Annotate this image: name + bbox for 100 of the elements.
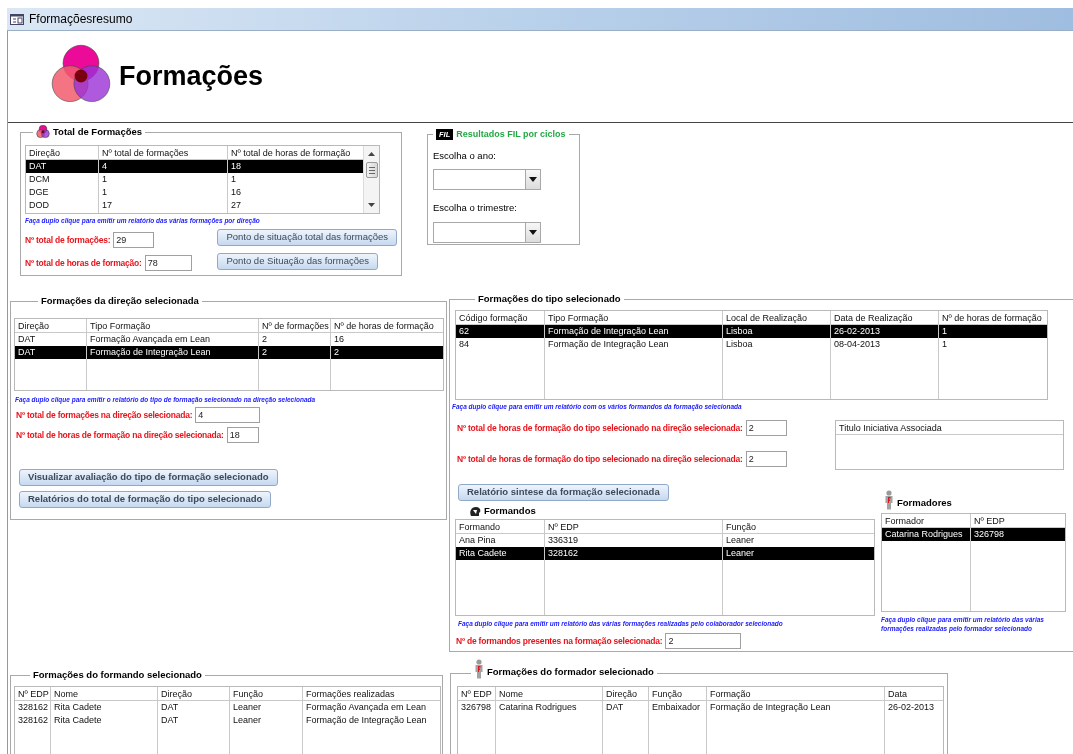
column-header: Direção bbox=[158, 687, 230, 700]
table-cell: 08-04-2013 bbox=[831, 338, 939, 351]
scrollbar[interactable] bbox=[363, 146, 379, 213]
field-label: Nº total de formações: bbox=[25, 233, 111, 247]
text-field[interactable]: 2 bbox=[745, 420, 787, 436]
table-cell: 2 bbox=[259, 346, 331, 359]
circles-icon bbox=[36, 125, 50, 139]
column-header: Nome bbox=[51, 687, 158, 700]
table-cell: 328162 bbox=[15, 714, 51, 727]
field-label: Nº total de formações na direção selecionada: bbox=[16, 408, 193, 422]
button[interactable]: Ponto de Situação das formações bbox=[217, 253, 378, 270]
table-cell: Formação de Integração Lean bbox=[545, 338, 723, 351]
column-header: Nº total de horas de formação bbox=[230, 147, 352, 159]
table-cell: Rita Cadete bbox=[51, 714, 158, 727]
column-header: Código formação bbox=[456, 311, 545, 324]
column-header: Direção bbox=[603, 687, 649, 700]
field-label: Nº total de horas de formação: bbox=[25, 256, 142, 270]
table-cell-text: 1 bbox=[941, 325, 948, 338]
table-cell-text: 1 bbox=[941, 338, 948, 351]
table-cell-text: Leaner bbox=[725, 534, 756, 547]
table-row[interactable]: DAT 4 18 bbox=[26, 160, 363, 173]
table-cell-text: 18 bbox=[230, 160, 242, 173]
column-header: Formações realizadas bbox=[305, 688, 396, 700]
frame-title: Resultados FIL por ciclos bbox=[456, 128, 566, 141]
table-cell: Formação de Integração Lean bbox=[87, 346, 259, 359]
column-header: Função bbox=[649, 687, 707, 700]
table-cell: DAT bbox=[15, 346, 87, 359]
text-field[interactable]: 18 bbox=[226, 427, 259, 443]
column-header: Tipo Formação bbox=[545, 311, 723, 324]
table-cell: Lisboa bbox=[723, 338, 831, 351]
column-header: Local de Realização bbox=[723, 311, 831, 324]
table-cell: Leaner bbox=[230, 714, 303, 727]
column-header: Nº EDP bbox=[458, 687, 496, 700]
page-title: Formações bbox=[119, 63, 264, 90]
person-figure-icon bbox=[884, 490, 894, 510]
table-row[interactable]: 62 Formação de Integração Lean Lisboa 26-02-2013 1 bbox=[456, 325, 1047, 338]
table-cell: DAT bbox=[603, 701, 649, 714]
text-field[interactable]: 2 bbox=[665, 633, 742, 649]
column-header: Nº EDP bbox=[973, 515, 1006, 527]
table-row[interactable]: DAT Formação de Integração Lean 2 2 bbox=[15, 346, 443, 359]
field-label: Nº de formandos presentes na formação selecionada: bbox=[456, 634, 663, 648]
column-header: Tipo Formação bbox=[87, 319, 259, 332]
table-cell: Catarina Rodrigues bbox=[882, 528, 971, 541]
table-cell: 17 bbox=[99, 199, 228, 212]
table-cell-text: 326798 bbox=[973, 528, 1006, 541]
section-title: Formadores bbox=[897, 496, 952, 510]
dropdown-field[interactable] bbox=[433, 221, 541, 243]
column-header: Nº EDP bbox=[545, 520, 723, 533]
column-header: Formando bbox=[456, 520, 545, 533]
table-cell: 84 bbox=[456, 338, 545, 351]
table-row[interactable]: Rita Cadete 328162 Leaner bbox=[456, 547, 874, 560]
column-header: Nº de horas de formação bbox=[333, 320, 435, 332]
table-cell: 328162 bbox=[545, 547, 723, 560]
column-header: Direção bbox=[15, 319, 87, 332]
column-header: Direção bbox=[26, 146, 99, 159]
window-title: Fformaçõesresumo bbox=[29, 11, 133, 28]
person-figure-icon bbox=[474, 659, 484, 679]
frame-title: Formações da direção selecionada bbox=[41, 294, 199, 308]
column-header: Formador bbox=[882, 514, 971, 527]
column-header: Função bbox=[725, 521, 758, 533]
field-label: Nº total de horas de formação do tipo selecionado na direção selecionada: bbox=[457, 421, 743, 435]
form-icon bbox=[10, 13, 24, 25]
text-field[interactable]: 4 bbox=[195, 407, 261, 423]
frame-title: Total de Formações bbox=[53, 125, 143, 139]
button[interactable]: Visualizar avaliação do tipo de formação selecionado bbox=[19, 469, 278, 486]
scrollbar-thumb[interactable] bbox=[365, 162, 378, 178]
table-cell-text: 16 bbox=[333, 333, 345, 346]
table-cell: Formação de Integração Lean bbox=[707, 701, 885, 714]
table-cell: Embaixador bbox=[649, 701, 707, 714]
column-header: Nº de horas de formação bbox=[941, 312, 1043, 324]
button[interactable]: Relatório sintese da formação selecionada bbox=[458, 484, 669, 501]
button[interactable]: Relatórios do total de formação do tipo selecionado bbox=[19, 491, 272, 508]
text-field[interactable]: 29 bbox=[113, 232, 155, 248]
table-cell: DOD bbox=[26, 199, 99, 212]
column-header: Nº total de formações bbox=[99, 146, 228, 159]
table-cell: DAT bbox=[158, 714, 230, 727]
field-label: Escolha o trimestre: bbox=[433, 201, 518, 216]
dropdown-arrow-icon bbox=[529, 229, 537, 235]
button[interactable]: Ponto de situação total das formações bbox=[217, 229, 397, 246]
text-field[interactable]: 78 bbox=[144, 255, 192, 271]
frame-title: Formações do tipo selecionado bbox=[478, 292, 621, 306]
table-row[interactable]: Catarina Rodrigues 326798 bbox=[882, 528, 1065, 541]
table-cell-text: Formação Avançada em Lean bbox=[305, 701, 427, 714]
column-header: Data bbox=[887, 688, 908, 700]
column-header: Formação bbox=[707, 687, 885, 700]
table-cell: 326798 bbox=[458, 701, 496, 714]
text-field[interactable]: 2 bbox=[745, 451, 787, 467]
table-cell-text: 2 bbox=[333, 346, 340, 359]
table-cell: Catarina Rodrigues bbox=[496, 701, 603, 714]
column-header: Titulo Iniciativa Associada bbox=[838, 422, 943, 434]
table-cell-text: Formação de Integração Lean bbox=[305, 714, 428, 727]
table-cell-text: 27 bbox=[230, 199, 242, 212]
table-cell-text: 16 bbox=[230, 186, 242, 199]
frame-title: Formações do formador selecionado bbox=[487, 665, 654, 679]
field-label: Escolha o ano: bbox=[433, 149, 497, 163]
dropdown-field[interactable] bbox=[433, 169, 541, 191]
head-silhouette-icon bbox=[469, 505, 481, 517]
column-header: Nome bbox=[496, 687, 603, 700]
table-cell: Rita Cadete bbox=[456, 547, 545, 560]
column-header: Nº de formações bbox=[259, 319, 331, 332]
